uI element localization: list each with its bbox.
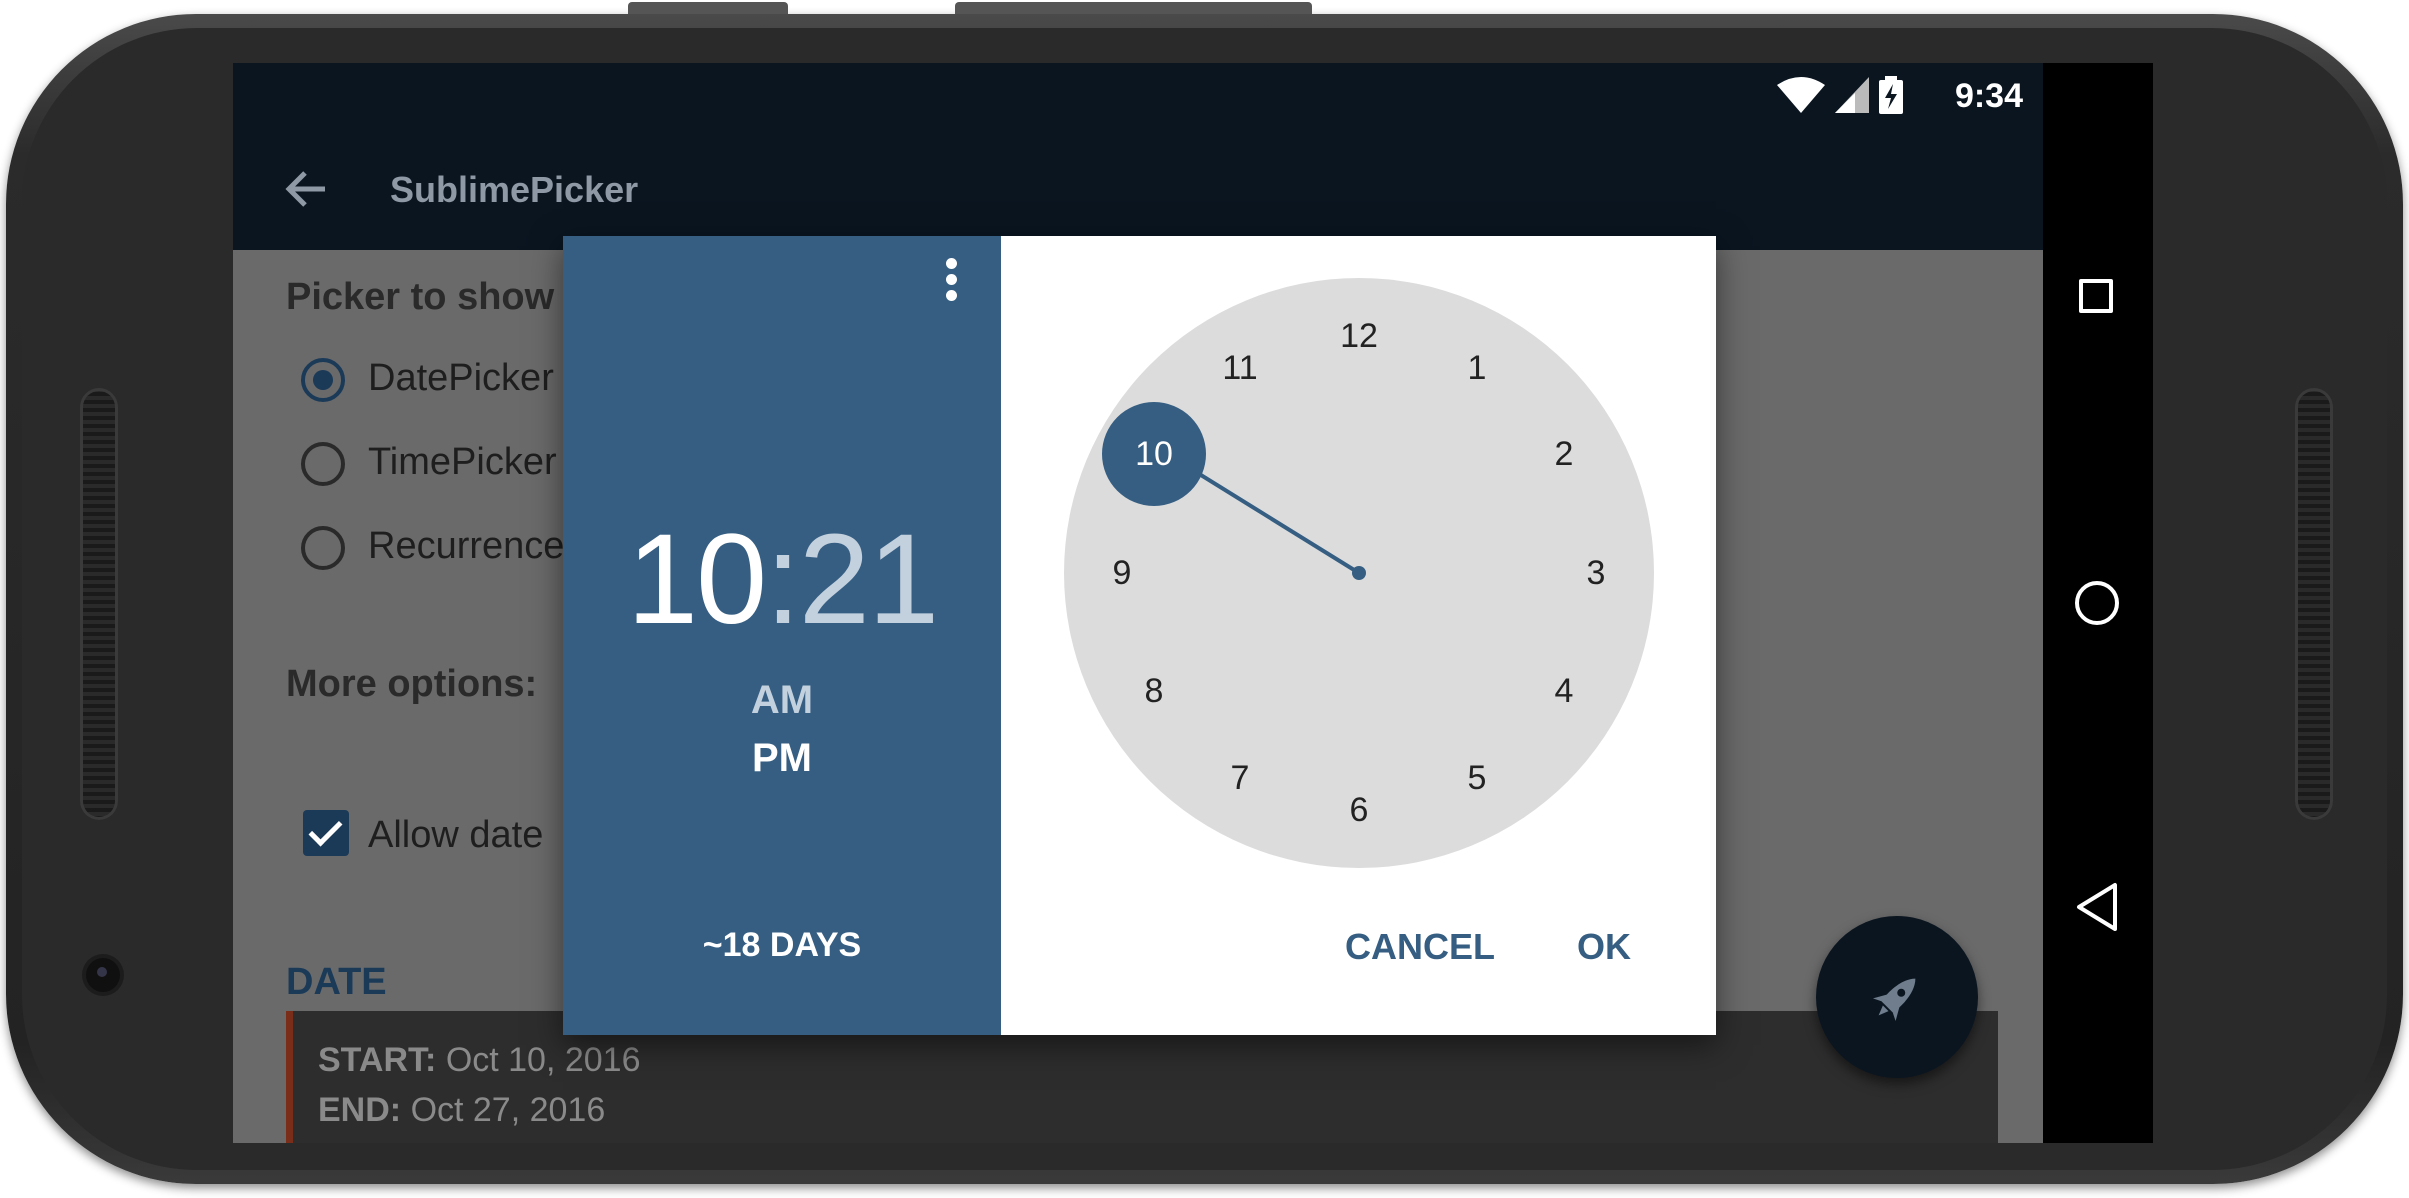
clock-number[interactable]: 4 [1529, 671, 1599, 711]
option-label-datepicker[interactable]: DatePicker [368, 357, 554, 400]
time-separator: : [765, 508, 801, 651]
clock-number[interactable]: 8 [1119, 671, 1189, 711]
left-speaker-grille [80, 388, 118, 820]
allow-date-label[interactable]: Allow date [368, 814, 543, 857]
clock-number[interactable]: 1 [1442, 348, 1512, 388]
option-label-recurrence[interactable]: Recurrence [368, 525, 564, 568]
clock-number[interactable]: 7 [1205, 758, 1275, 798]
battery-charging-icon [1879, 76, 1903, 114]
minutes-display[interactable]: 21 [799, 508, 939, 651]
option-label-timepicker[interactable]: TimePicker [368, 441, 557, 484]
screen: 9:34 SublimePicker Picker to show DatePi… [233, 63, 2153, 1143]
clock-number-selected[interactable]: 10 [1119, 434, 1189, 474]
rocket-icon [1872, 978, 1916, 1022]
wifi-icon [1777, 77, 1825, 113]
dialog-header: 10:21 AM PM ~18 DAYS [563, 236, 1001, 1035]
clock-number[interactable]: 12 [1324, 316, 1394, 356]
more-options-icon[interactable] [946, 258, 960, 306]
radio-datepicker[interactable] [301, 358, 345, 402]
hours-display[interactable]: 10 [627, 508, 767, 651]
clock-number[interactable]: 11 [1205, 348, 1275, 388]
signal-icon [1835, 77, 1869, 113]
start-value: Oct 10, 2016 [445, 1041, 641, 1079]
arrow-left-icon[interactable] [283, 165, 331, 222]
dialog-body: 12 1 2 3 4 5 6 7 8 9 10 11 CANCEL OK [1001, 236, 1716, 1035]
volume-button [628, 2, 788, 14]
right-speaker-grille [2295, 388, 2333, 820]
launch-fab[interactable] [1816, 916, 1978, 1078]
power-button [955, 2, 1312, 14]
date-heading: DATE [286, 961, 387, 1003]
toolbar-title: SublimePicker [390, 169, 639, 210]
clock-number[interactable]: 6 [1324, 790, 1394, 830]
app-toolbar: SublimePicker [233, 125, 2043, 250]
status-bar: 9:34 [233, 63, 2043, 125]
pm-toggle[interactable]: PM [563, 736, 1001, 781]
end-value: Oct 27, 2016 [410, 1091, 606, 1129]
back-icon[interactable] [2073, 881, 2121, 933]
end-label: END: [318, 1091, 402, 1129]
allow-date-checkbox[interactable] [303, 810, 349, 856]
clock-face[interactable]: 12 1 2 3 4 5 6 7 8 9 10 11 [1064, 278, 1654, 868]
home-icon[interactable] [2075, 581, 2119, 625]
am-toggle[interactable]: AM [563, 678, 1001, 723]
clock-number[interactable]: 9 [1087, 553, 1157, 593]
time-picker-dialog: 10:21 AM PM ~18 DAYS 12 1 2 3 4 5 6 7 8 … [563, 236, 1716, 1035]
clock-time: 9:34 [1954, 77, 2023, 115]
navigation-bar [2043, 63, 2153, 1143]
radio-recurrence[interactable] [301, 526, 345, 570]
radio-timepicker[interactable] [301, 442, 345, 486]
clock-number[interactable]: 2 [1529, 434, 1599, 474]
clock-number[interactable]: 3 [1561, 553, 1631, 593]
date-end: END: Oct 27, 2016 [318, 1091, 605, 1130]
ok-button[interactable]: OK [1577, 926, 1631, 968]
date-start: START: Oct 10, 2016 [318, 1041, 641, 1080]
front-camera [86, 958, 120, 992]
recents-icon[interactable] [2079, 279, 2113, 313]
cancel-button[interactable]: CANCEL [1345, 926, 1495, 968]
duration-label[interactable]: ~18 DAYS [563, 926, 1001, 965]
status-icons [1777, 76, 1903, 114]
picker-heading: Picker to show [286, 276, 555, 318]
clock-number[interactable]: 5 [1442, 758, 1512, 798]
selected-time: 10:21 [563, 506, 1001, 653]
start-label: START: [318, 1041, 437, 1079]
more-options-heading: More options: [286, 663, 538, 705]
